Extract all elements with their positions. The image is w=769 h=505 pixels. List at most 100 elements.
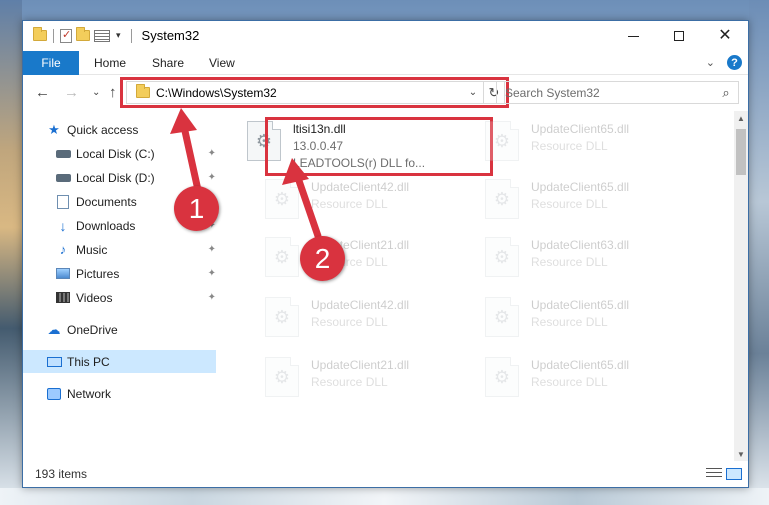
desktop-wallpaper-right — [749, 0, 769, 505]
navigation-pane: ★ Quick access Local Disk (C:) ✦ Local D… — [23, 111, 219, 461]
title-bar: ▾ System32 ✕ — [23, 21, 748, 51]
details-view-icon[interactable] — [706, 468, 722, 480]
pin-icon[interactable]: ✦ — [208, 244, 216, 255]
videos-icon — [55, 291, 71, 305]
recent-locations-dropdown[interactable]: ⌄ — [92, 87, 100, 98]
customize-toolbar-dropdown-icon[interactable]: ▾ — [116, 30, 121, 41]
quick-access-toolbar: ▾ System32 — [33, 27, 200, 43]
file-name: UpdateClient65.dll — [531, 180, 630, 194]
sidebar-item-network[interactable]: Network — [23, 382, 216, 405]
pin-icon[interactable]: ✦ — [208, 268, 216, 279]
computer-icon — [46, 355, 62, 369]
file-details: UpdateClient65.dll Resource DLL — [531, 115, 629, 155]
item-count: 193 items — [35, 467, 88, 481]
tab-view[interactable]: View — [209, 51, 235, 75]
close-button[interactable]: ✕ — [702, 21, 748, 51]
file-explorer-window: ▾ System32 ✕ File Home Share View ⌄ ? ← … — [22, 20, 749, 488]
sidebar-item-label: Local Disk (D:) — [76, 170, 155, 185]
sidebar-item-label: This PC — [67, 354, 110, 369]
file-item[interactable]: ⚙ UpdateClient65.dll Resource DLL — [485, 173, 715, 231]
toolbar-separator — [53, 28, 54, 43]
drive-icon — [55, 171, 71, 185]
new-folder-icon[interactable] — [76, 27, 90, 41]
forward-button[interactable]: → — [64, 84, 79, 101]
sidebar-item-this-pc[interactable]: This PC — [23, 350, 216, 373]
sidebar-item-label: Local Disk (C:) — [76, 146, 155, 161]
pin-icon[interactable]: ✦ — [208, 148, 216, 159]
maximize-button[interactable] — [656, 21, 702, 51]
sidebar-item-videos[interactable]: Videos ✦ — [23, 286, 216, 309]
file-item[interactable]: ⚙ UpdateClient65.dll Resource DLL — [485, 291, 715, 349]
dll-gear-icon: ⚙ — [485, 179, 519, 219]
file-item[interactable]: ⚙ UpdateClient21.dll Resource DLL — [265, 351, 495, 409]
file-item[interactable]: ⚙ UpdateClient42.dll Resource DLL — [265, 291, 495, 349]
dll-gear-icon: ⚙ — [485, 237, 519, 277]
properties-check-icon[interactable] — [60, 28, 72, 43]
sidebar-item-music[interactable]: ♪ Music ✦ — [23, 238, 216, 261]
dll-gear-icon: ⚙ — [485, 121, 519, 161]
file-type: Resource DLL — [311, 197, 388, 211]
sidebar-item-local-disk-c[interactable]: Local Disk (C:) ✦ — [23, 142, 216, 165]
vertical-scrollbar[interactable]: ▲ ▼ — [734, 111, 748, 461]
title-separator — [130, 28, 132, 43]
file-item[interactable]: ⚙ UpdateClient65.dll Resource DLL — [485, 115, 715, 173]
sidebar-item-label: OneDrive — [67, 322, 118, 337]
ribbon-right-controls: ⌄ ? — [706, 55, 742, 70]
network-icon — [46, 387, 62, 401]
callout-step-1: 1 — [174, 186, 219, 231]
dll-gear-icon: ⚙ — [265, 237, 299, 277]
tab-home[interactable]: Home — [94, 51, 126, 75]
dll-gear-icon: ⚙ — [265, 357, 299, 397]
pin-icon[interactable]: ✦ — [208, 292, 216, 303]
file-item[interactable]: ⚙ UpdateClient65.dll Resource DLL — [485, 351, 715, 409]
file-details: UpdateClient65.dll Resource DLL — [531, 291, 629, 331]
file-details: UpdateClient65.dll Resource DLL — [531, 351, 629, 391]
file-item[interactable]: ⚙ UpdateClient42.dll Resource DLL — [265, 173, 495, 231]
address-highlight-box — [120, 77, 509, 108]
file-type: Resource DLL — [531, 139, 608, 153]
folder-icon — [33, 27, 47, 41]
ribbon-tabs: File Home Share View ⌄ ? — [23, 51, 748, 75]
large-icons-view-icon[interactable] — [726, 468, 742, 480]
drive-icon — [55, 147, 71, 161]
file-type: Resource DLL — [531, 375, 608, 389]
file-item[interactable]: ⚙ UpdateClient63.dll Resource DLL — [485, 231, 715, 289]
dll-gear-icon: ⚙ — [265, 179, 299, 219]
file-details: UpdateClient63.dll Resource DLL — [531, 231, 629, 271]
tab-file[interactable]: File — [23, 51, 79, 75]
scroll-down-icon[interactable]: ▼ — [734, 447, 748, 461]
search-input[interactable]: Search System32 — [505, 86, 714, 100]
file-type: Resource DLL — [531, 197, 608, 211]
sidebar-item-label: Videos — [76, 290, 113, 305]
sidebar-item-quick-access[interactable]: ★ Quick access — [23, 118, 216, 141]
file-details: UpdateClient65.dll Resource DLL — [531, 173, 629, 213]
search-box[interactable]: Search System32 ⌕ — [496, 81, 739, 104]
sidebar-item-label: Documents — [76, 194, 137, 209]
dll-gear-icon: ⚙ — [265, 297, 299, 337]
sidebar-item-label: Pictures — [76, 266, 120, 281]
file-name: UpdateClient21.dll — [311, 358, 410, 372]
sidebar-item-pictures[interactable]: Pictures ✦ — [23, 262, 216, 285]
back-button[interactable]: ← — [35, 84, 50, 101]
sidebar-item-label: Downloads — [76, 218, 136, 233]
tab-share[interactable]: Share — [152, 51, 184, 75]
sidebar-item-onedrive[interactable]: ☁ OneDrive — [23, 318, 216, 341]
help-icon[interactable]: ? — [727, 55, 742, 70]
callout-step-2: 2 — [300, 236, 345, 281]
sidebar-item-local-disk-d[interactable]: Local Disk (D:) ✦ — [23, 166, 216, 189]
pin-icon[interactable]: ✦ — [208, 172, 216, 183]
file-type: Resource DLL — [531, 255, 608, 269]
view-switcher — [706, 468, 742, 480]
star-icon: ★ — [48, 121, 60, 137]
search-icon[interactable]: ⌕ — [714, 85, 738, 101]
properties-icon[interactable] — [94, 29, 110, 42]
scroll-thumb[interactable] — [736, 129, 746, 175]
scroll-up-icon[interactable]: ▲ — [734, 111, 748, 125]
cloud-icon: ☁ — [47, 321, 61, 337]
file-name: UpdateClient63.dll — [531, 238, 630, 252]
window-title: System32 — [141, 28, 200, 43]
expand-ribbon-icon[interactable]: ⌄ — [706, 56, 715, 69]
minimize-button[interactable] — [610, 21, 656, 51]
file-name: UpdateClient65.dll — [531, 298, 630, 312]
up-button[interactable]: ↑ — [109, 84, 117, 101]
